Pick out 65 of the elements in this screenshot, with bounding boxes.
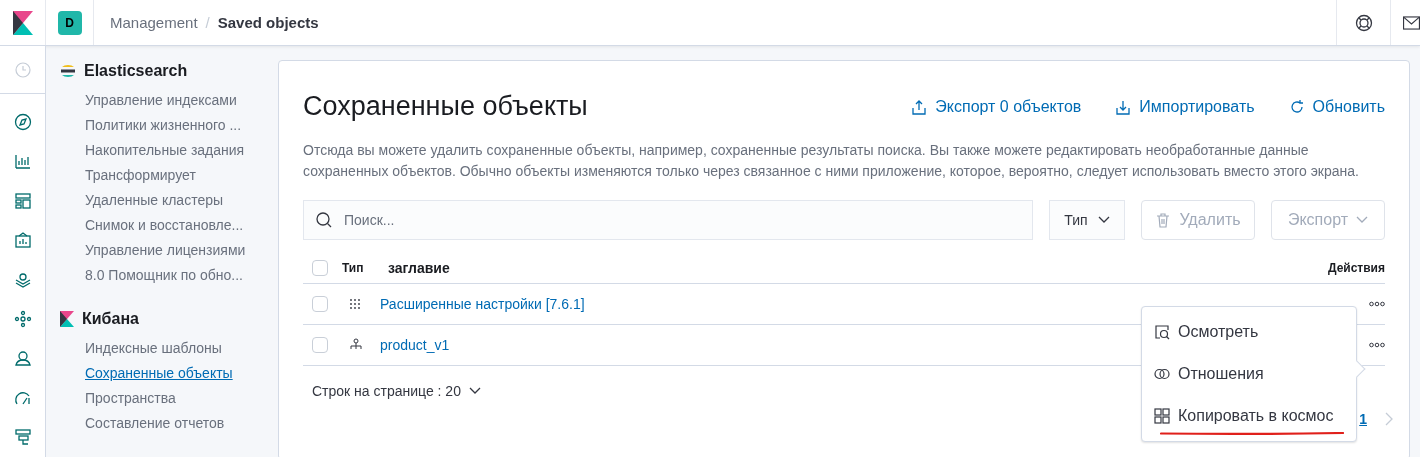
checkbox[interactable] [312,296,328,312]
sidebar-link[interactable]: Сохраненные объекты [60,361,278,386]
map-icon[interactable] [13,270,32,289]
relationships-icon [1154,366,1170,382]
sidebar-link[interactable]: Политики жизненного ... [60,113,278,138]
page-link[interactable]: 1 [1359,411,1367,427]
kibana-logo-icon[interactable] [12,10,33,35]
more-icon[interactable] [1369,342,1385,348]
spaces-icon [1154,408,1170,424]
sidebar-link[interactable]: Удаленные кластеры [60,188,278,213]
rows-per-page-button[interactable]: Строк на странице : 20 [312,383,481,399]
breadcrumb: Saved objects [217,14,319,31]
breadcrumb-separator: / [205,14,210,31]
grid-dots-icon [348,298,363,310]
action-link[interactable]: Экспорт 0 объектов [911,97,1082,116]
chart-icon[interactable] [13,152,32,171]
menu-item[interactable]: Осмотреть [1142,311,1356,353]
hierarchy-icon [348,338,363,352]
column-header[interactable]: Тип [342,260,385,275]
sidebar-link[interactable]: Трансформирует [60,163,278,188]
search-icon [315,211,333,229]
refresh-icon [1288,98,1305,115]
sidebar-link[interactable]: Накопительные задания [60,138,278,163]
action-link[interactable]: Обновить [1288,97,1385,116]
section-title: Elasticsearch [84,62,188,80]
action-link[interactable]: Импортировать [1115,97,1255,116]
inspect-icon [1154,324,1170,340]
object-title-link[interactable]: Расширенные настройки [7.6.1] [377,296,1325,312]
dashboard-icon[interactable] [13,191,32,210]
trash-icon [1155,212,1172,228]
upload-icon [911,98,928,115]
sidebar-link[interactable]: 8.0 Помощник по обно... [60,263,278,288]
elasticsearch-logo-icon [60,63,76,79]
chevron-down-icon [468,387,481,395]
more-icon[interactable] [1369,301,1385,307]
chevron-down-icon [1097,216,1110,224]
sliders-icon[interactable] [13,428,32,447]
checkbox[interactable] [312,337,328,353]
chevron-down-icon [1356,216,1369,224]
type-filter[interactable]: Тип [1049,200,1125,240]
download-icon [1115,98,1132,115]
breadcrumb[interactable]: Management [110,14,198,31]
sidebar-link[interactable]: Составление отчетов [60,411,278,436]
nodes-icon[interactable] [13,310,32,329]
menu-item[interactable]: Копировать в космос [1142,395,1356,437]
page-title: Сохраненные объекты [303,91,589,122]
sidebar-link[interactable]: Управление индексами [60,88,278,113]
checkbox[interactable] [312,259,328,276]
menu-item[interactable]: Отношения [1142,353,1356,395]
column-header[interactable]: заглавие [385,259,1325,276]
help-icon[interactable] [1354,13,1373,32]
section-title: Кибана [82,310,139,328]
sidebar-link[interactable]: Индексные шаблоны [60,336,278,361]
space-avatar[interactable]: D [57,10,82,35]
compass-icon[interactable] [13,113,32,131]
sidebar-link[interactable]: Пространства [60,386,278,411]
sidebar-link[interactable]: Снимок и восстановле... [60,213,278,238]
kibana-logo-icon [60,311,74,327]
search-field[interactable]: Поиск... [303,200,1033,240]
column-header: Действия [1326,260,1385,275]
user-icon[interactable] [13,349,32,368]
canvas-icon[interactable] [13,231,32,250]
mail-icon[interactable] [1403,15,1420,30]
description-text: Отсюда вы можете удалить сохраненные объекты, например, сохраненные результаты поиска. Вы также можете редактировать необработанные данные сохраненных объектов. Обычно объекты изменяются только через связанное с ними приложение, которое, вероятно, следует использовать вместо этого экрана. [303,141,1360,181]
sidebar-link[interactable]: Управление лицензиями [60,238,278,263]
